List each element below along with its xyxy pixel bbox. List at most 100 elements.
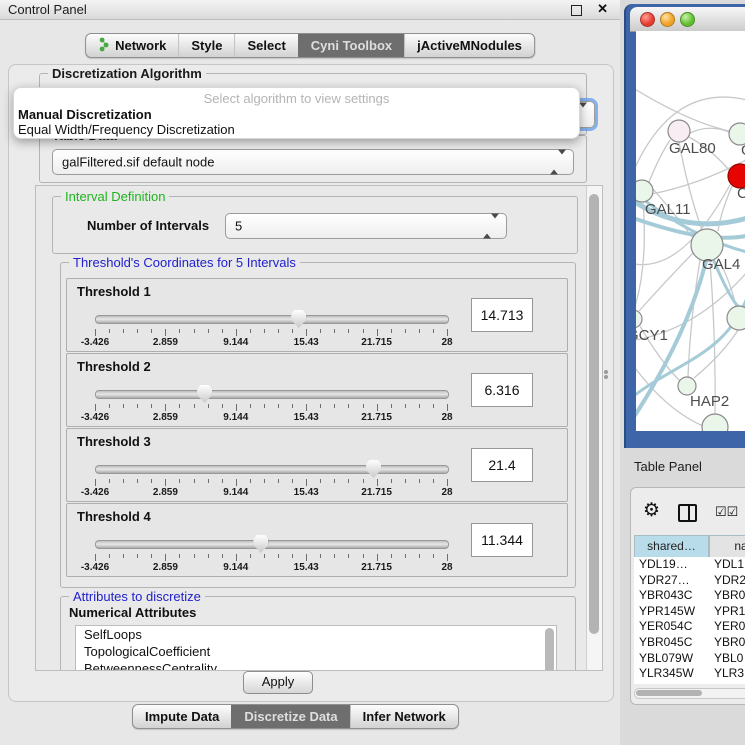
tick-mark: [405, 554, 406, 558]
slider-thumb[interactable]: [366, 460, 381, 478]
slider-thumb[interactable]: [253, 535, 268, 553]
scrollbar-thumb[interactable]: [589, 194, 599, 634]
table-cell: YBL079W: [634, 651, 693, 665]
slider-thumb[interactable]: [291, 310, 306, 328]
network-canvas[interactable]: GAL80GACGAL11GAL4GCY1HHAP2: [636, 31, 745, 431]
threshold-label: Threshold 1: [77, 284, 151, 299]
splitter-handle[interactable]: [604, 369, 609, 379]
algorithm-option[interactable]: Manual Discretization: [18, 107, 152, 122]
numerical-attributes-label: Numerical Attributes: [69, 605, 196, 620]
table-row[interactable]: YIL053CYIL0: [634, 682, 745, 684]
tick-mark: [306, 404, 307, 411]
tick-mark: [222, 404, 223, 408]
tick-mark: [292, 404, 293, 408]
tick-mark: [377, 329, 378, 336]
network-node-gal80[interactable]: [668, 120, 690, 142]
tab-style[interactable]: Style: [178, 34, 234, 57]
tab-select[interactable]: Select: [234, 34, 297, 57]
zoom-traffic-light[interactable]: [680, 12, 695, 27]
network-node-gal11[interactable]: [636, 180, 653, 202]
attribute-item[interactable]: BetweennessCentrality: [76, 660, 556, 671]
slider-track[interactable]: [95, 540, 449, 549]
tab-discretize-data[interactable]: Discretize Data: [231, 705, 349, 728]
table-cell: YBR045C: [634, 635, 692, 649]
table-row[interactable]: YBR043CYBR0: [634, 588, 745, 604]
tick-mark: [109, 479, 110, 483]
float-window-icon[interactable]: [571, 5, 582, 16]
tick-label: 15.43: [294, 412, 319, 423]
threshold-value-field[interactable]: 11.344: [471, 523, 533, 557]
slider-ticks: [95, 404, 447, 412]
tick-mark: [363, 404, 364, 408]
slider-thumb[interactable]: [197, 385, 212, 403]
slider-tick-labels: -3.4262.8599.14415.4321.71528: [95, 487, 447, 498]
close-traffic-light[interactable]: [640, 12, 655, 27]
table-data-select[interactable]: galFiltered.sif default node: [52, 149, 574, 175]
tick-mark: [320, 479, 321, 483]
tab-infer-network[interactable]: Infer Network: [350, 705, 458, 728]
close-icon[interactable]: ✕: [597, 1, 608, 17]
number-of-intervals-select[interactable]: 5: [225, 213, 507, 239]
table-row[interactable]: YDL19…YDL1: [634, 557, 745, 573]
tick-label: 2.859: [153, 412, 178, 423]
group-title: Threshold's Coordinates for 5 Intervals: [69, 255, 300, 270]
tick-mark: [137, 554, 138, 558]
tick-mark: [109, 554, 110, 558]
tab-label: Style: [191, 38, 222, 53]
tick-label: 9.144: [223, 337, 248, 348]
algorithm-option[interactable]: Equal Width/Frequency Discretization: [18, 122, 235, 137]
slider-track[interactable]: [95, 390, 449, 399]
table-row[interactable]: YBL079WYBL0: [634, 651, 745, 667]
columns-icon[interactable]: [678, 504, 697, 522]
control-panel: Control Panel ✕ NetworkStyleSelectCyni T…: [0, 0, 620, 745]
network-node-gcy1[interactable]: [636, 310, 642, 328]
network-edge: [639, 253, 693, 311]
tab-impute-data[interactable]: Impute Data: [133, 705, 231, 728]
threshold-label: Threshold 2: [77, 359, 151, 374]
tick-mark: [208, 329, 209, 333]
settings-scrollpane: Interval Definition Number of Intervals …: [35, 185, 603, 671]
table-row[interactable]: YER054CYER0: [634, 619, 745, 635]
slider-track[interactable]: [95, 315, 449, 324]
tick-mark: [377, 554, 378, 561]
attribute-item[interactable]: TopologicalCoefficient: [76, 643, 556, 660]
tick-mark: [320, 329, 321, 333]
tick-mark: [447, 479, 448, 486]
tab-network[interactable]: Network: [86, 34, 178, 57]
scrollbar-thumb[interactable]: [636, 690, 702, 696]
network-node-node-bottom[interactable]: [702, 414, 728, 431]
select-columns-checkboxes-icon[interactable]: ☑☑: [715, 504, 738, 520]
horizontal-scrollbar[interactable]: [634, 688, 745, 699]
slider-track[interactable]: [95, 465, 449, 474]
minimize-traffic-light[interactable]: [660, 12, 675, 27]
vertical-scrollbar[interactable]: [586, 186, 602, 670]
tick-mark: [250, 554, 251, 558]
table-row[interactable]: YPR145WYPR1: [634, 604, 745, 620]
tick-mark: [208, 479, 209, 483]
tick-mark: [194, 404, 195, 408]
table-row[interactable]: YLR345WYLR3: [634, 666, 745, 682]
tick-mark: [222, 329, 223, 333]
column-header[interactable]: shared…: [634, 535, 709, 558]
attribute-item[interactable]: SelfLoops: [76, 626, 556, 643]
tab-jactivemnodules[interactable]: jActiveMNodules: [404, 34, 534, 57]
network-node-node-right-h[interactable]: [727, 306, 745, 330]
table-cell: YER054C: [634, 619, 692, 633]
tick-mark: [433, 329, 434, 333]
threshold-value-field[interactable]: 6.316: [471, 373, 533, 407]
tab-cyni-toolbox[interactable]: Cyni Toolbox: [298, 34, 404, 57]
table-cell: YLR345W: [634, 666, 694, 680]
gear-icon[interactable]: ⚙: [643, 499, 660, 522]
tick-mark: [377, 479, 378, 486]
tick-mark: [250, 479, 251, 483]
threshold-value-field[interactable]: 21.4: [471, 448, 533, 482]
attributes-scrollbar[interactable]: [545, 628, 554, 671]
table-row[interactable]: YDR27…YDR2: [634, 573, 745, 589]
attributes-list[interactable]: SelfLoopsTopologicalCoefficientBetweenne…: [75, 625, 557, 671]
column-header[interactable]: na: [709, 535, 745, 558]
tick-mark: [363, 329, 364, 333]
apply-button[interactable]: Apply: [243, 671, 313, 694]
table-row[interactable]: YBR045CYBR0: [634, 635, 745, 651]
tick-mark: [419, 404, 420, 408]
threshold-value-field[interactable]: 14.713: [471, 298, 533, 332]
